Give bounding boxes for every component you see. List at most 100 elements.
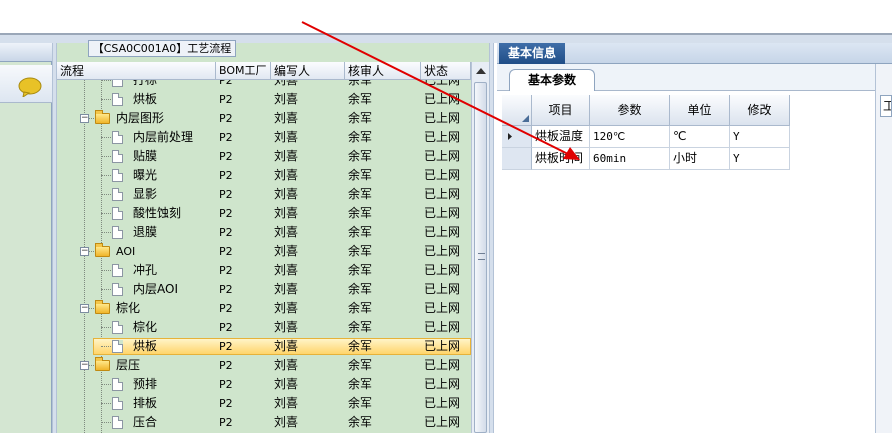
status-cell: 已上网: [424, 358, 461, 372]
collapse-icon[interactable]: −: [80, 304, 89, 313]
tree-folder-row[interactable]: − 内层图形 P2 刘喜 余军 已上网: [57, 109, 471, 128]
tree-row[interactable]: 烘板 P2 刘喜 余军 已上网: [57, 337, 471, 356]
grid-corner[interactable]: [502, 95, 532, 126]
document-icon: [112, 397, 123, 410]
document-icon: [112, 169, 123, 182]
tree-scrollbar[interactable]: [471, 62, 489, 433]
row-indicator[interactable]: [502, 126, 532, 148]
col-status[interactable]: 状态: [421, 62, 471, 80]
tree-node-label: 显影: [133, 187, 158, 201]
reviewer-cell: 余军: [348, 320, 373, 334]
center-splitter[interactable]: [489, 43, 494, 433]
grid-header-item[interactable]: 项目: [532, 95, 590, 126]
tree-node-label: 压合: [133, 415, 158, 429]
reviewer-cell: 余军: [348, 92, 373, 106]
grid-cell[interactable]: Y: [730, 126, 790, 148]
col-flow[interactable]: 流程: [57, 62, 216, 80]
writer-cell: 刘喜: [274, 263, 299, 277]
reviewer-cell: 余军: [348, 339, 373, 353]
reviewer-cell: 余军: [348, 206, 373, 220]
grid-header-unit[interactable]: 单位: [670, 95, 730, 126]
tree-branch-line: [101, 403, 111, 404]
tree-folder-row[interactable]: − AOI P2 刘喜 余军 已上网: [57, 242, 471, 261]
tree-row[interactable]: 退膜 P2 刘喜 余军 已上网: [57, 223, 471, 242]
tree-folder-row[interactable]: − 棕化 P2 刘喜 余军 已上网: [57, 299, 471, 318]
collapse-icon[interactable]: −: [80, 247, 89, 256]
grid-cell[interactable]: 120℃: [590, 126, 670, 148]
document-icon: [112, 264, 123, 277]
document-icon: [112, 188, 123, 201]
document-icon: [112, 150, 123, 163]
grid-cell[interactable]: Y: [730, 148, 790, 170]
tree-row[interactable]: 曝光 P2 刘喜 余军 已上网: [57, 166, 471, 185]
tree-row[interactable]: 内层前处理 P2 刘喜 余军 已上网: [57, 128, 471, 147]
writer-cell: 刘喜: [274, 396, 299, 410]
tree-node-label: 打标: [133, 80, 158, 87]
tree-node-label: 层压: [116, 358, 141, 372]
reviewer-cell: 余军: [348, 168, 373, 182]
process-flow-tab[interactable]: 【CSA0C001A0】工艺流程: [88, 40, 236, 57]
writer-cell: 刘喜: [274, 111, 299, 125]
tree-row[interactable]: 酸性蚀刻 P2 刘喜 余军 已上网: [57, 204, 471, 223]
bom-cell: P2: [219, 264, 233, 277]
status-cell: 已上网: [424, 320, 461, 334]
writer-cell: 刘喜: [274, 130, 299, 144]
tree-branch-line: [101, 213, 111, 214]
status-cell: 已上网: [424, 130, 461, 144]
process-flow-tab-label: 【CSA0C001A0】工艺流程: [92, 42, 232, 55]
tree-row[interactable]: 内层AOI P2 刘喜 余军 已上网: [57, 280, 471, 299]
grid-cell[interactable]: 小时: [670, 148, 730, 170]
status-cell: 已上网: [424, 396, 461, 410]
scroll-up-icon[interactable]: [476, 68, 486, 74]
status-cell: 已上网: [424, 225, 461, 239]
scroll-thumb[interactable]: [474, 82, 487, 433]
tree-row[interactable]: 预排 P2 刘喜 余军 已上网: [57, 375, 471, 394]
collapse-icon[interactable]: −: [80, 361, 89, 370]
bom-cell: P2: [219, 397, 233, 410]
col-bom[interactable]: BOM工厂: [216, 62, 271, 80]
col-writer[interactable]: 编写人: [271, 62, 345, 80]
reviewer-cell: 余军: [348, 377, 373, 391]
tree-row[interactable]: 压合 P2 刘喜 余军 已上网: [57, 413, 471, 432]
grid-cell[interactable]: 60min: [590, 148, 670, 170]
row-header[interactable]: [502, 148, 532, 170]
collapse-icon[interactable]: −: [80, 114, 89, 123]
tree-branch-line: [101, 327, 111, 328]
folder-icon: [95, 357, 110, 371]
writer-cell: 刘喜: [274, 225, 299, 239]
far-right-tab[interactable]: 工: [880, 95, 892, 117]
tree-row[interactable]: 贴膜 P2 刘喜 余军 已上网: [57, 147, 471, 166]
grid-header-param[interactable]: 参数: [590, 95, 670, 126]
tree-branch-line: [101, 422, 111, 423]
tree-branch-line: [101, 346, 111, 347]
writer-cell: 刘喜: [274, 301, 299, 315]
document-icon: [112, 321, 123, 334]
bom-cell: P2: [219, 80, 233, 87]
tab-basic-params[interactable]: 基本参数: [509, 69, 595, 91]
tree-row[interactable]: 棕化 P2 刘喜 余军 已上网: [57, 318, 471, 337]
col-reviewer[interactable]: 核审人: [345, 62, 421, 80]
grid-cell[interactable]: 烘板时间: [532, 148, 590, 170]
document-icon: [112, 283, 123, 296]
reviewer-cell: 余军: [348, 282, 373, 296]
grid-header-modify[interactable]: 修改: [730, 95, 790, 126]
tree-node-label: 排板: [133, 396, 158, 410]
tree-node-label: 曝光: [133, 168, 158, 182]
tree-node-label: 内层AOI: [133, 282, 178, 296]
tree-row[interactable]: 打标 P2 刘喜 余军 已上网: [57, 80, 471, 90]
tree-row[interactable]: 排板 P2 刘喜 余军 已上网: [57, 394, 471, 413]
tree-node-label: 退膜: [133, 225, 158, 239]
status-cell: 已上网: [424, 92, 461, 106]
tree-row[interactable]: 冲孔 P2 刘喜 余军 已上网: [57, 261, 471, 280]
reviewer-cell: 余军: [348, 244, 373, 258]
grid-cell[interactable]: 烘板温度: [532, 126, 590, 148]
tree-branch-line: [101, 194, 111, 195]
chat-bubble-icon[interactable]: [18, 77, 42, 100]
tree-row[interactable]: 显影 P2 刘喜 余军 已上网: [57, 185, 471, 204]
reviewer-cell: 余军: [348, 358, 373, 372]
tree-folder-row[interactable]: − 层压 P2 刘喜 余军 已上网: [57, 356, 471, 375]
tab-basic-info[interactable]: 基本信息: [499, 43, 565, 64]
grid-cell[interactable]: ℃: [670, 126, 730, 148]
tree-row[interactable]: 烘板 P2 刘喜 余军 已上网: [57, 90, 471, 109]
status-cell: 已上网: [424, 168, 461, 182]
